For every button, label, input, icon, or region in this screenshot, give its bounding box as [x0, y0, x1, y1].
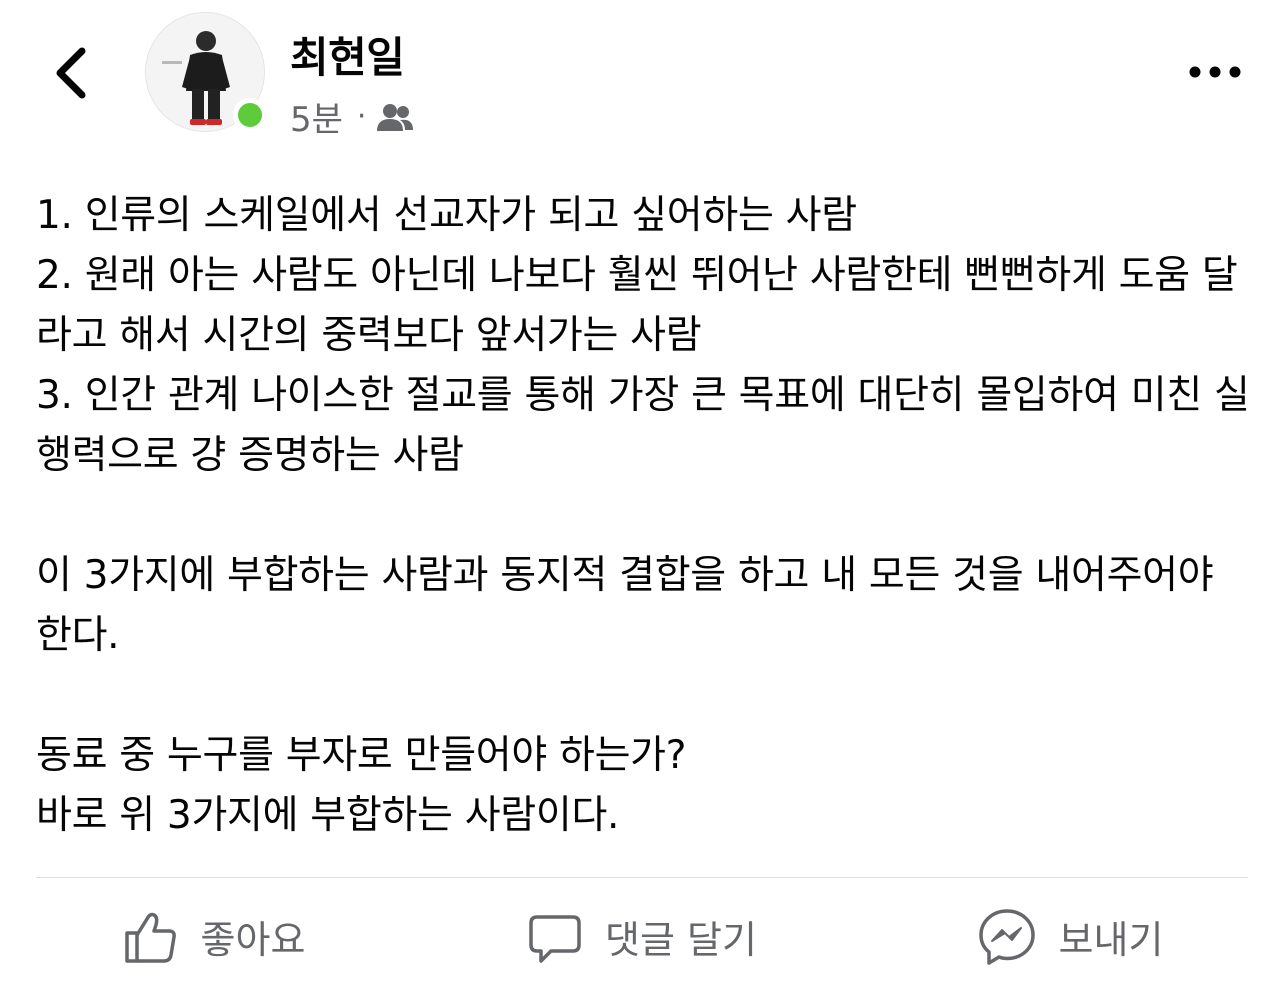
like-button[interactable]: 좋아요: [0, 878, 428, 995]
online-status-dot: [233, 98, 267, 132]
meta-separator: ·: [356, 99, 367, 134]
like-label: 좋아요: [200, 918, 306, 962]
post-paragraph: 1. 인류의 스케일에서 선교자가 되고 싶어하는 사람 2. 원래 아는 사람…: [36, 193, 1250, 478]
send-label: 보내기: [1058, 918, 1164, 962]
post-paragraph: 이 3가지에 부합하는 사람과 동지적 결합을 하고 내 모든 것을 내어주어야…: [36, 553, 1226, 658]
post-timestamp[interactable]: 5분: [290, 92, 343, 141]
send-button[interactable]: 보내기: [856, 878, 1284, 995]
author-avatar[interactable]: [145, 12, 267, 132]
comment-label: 댓글 달기: [605, 918, 757, 962]
post-text: 1. 인류의 스케일에서 선교자가 되고 싶어하는 사람 2. 원래 아는 사람…: [36, 186, 1256, 846]
post-paragraph: 동료 중 누구를 부자로 만들어야 하는가? 바로 위 3가지에 부합하는 사람…: [36, 733, 687, 838]
more-options-button[interactable]: [1180, 52, 1250, 92]
back-button[interactable]: [40, 38, 100, 108]
post-actions-bar: 좋아요 댓글 달기 보내기: [0, 878, 1284, 995]
messenger-icon: [977, 907, 1037, 967]
comment-button[interactable]: 댓글 달기: [428, 878, 856, 995]
post-header: 최현일 5분 ·: [0, 0, 1284, 150]
post-meta: 5분 ·: [290, 92, 414, 141]
comment-bubble-icon: [527, 909, 583, 965]
thumbs-up-icon: [123, 909, 179, 965]
friends-icon: [376, 102, 414, 132]
author-name[interactable]: 최현일: [290, 24, 405, 85]
more-dots-icon: [1189, 66, 1241, 78]
chevron-left-icon: [56, 47, 86, 99]
